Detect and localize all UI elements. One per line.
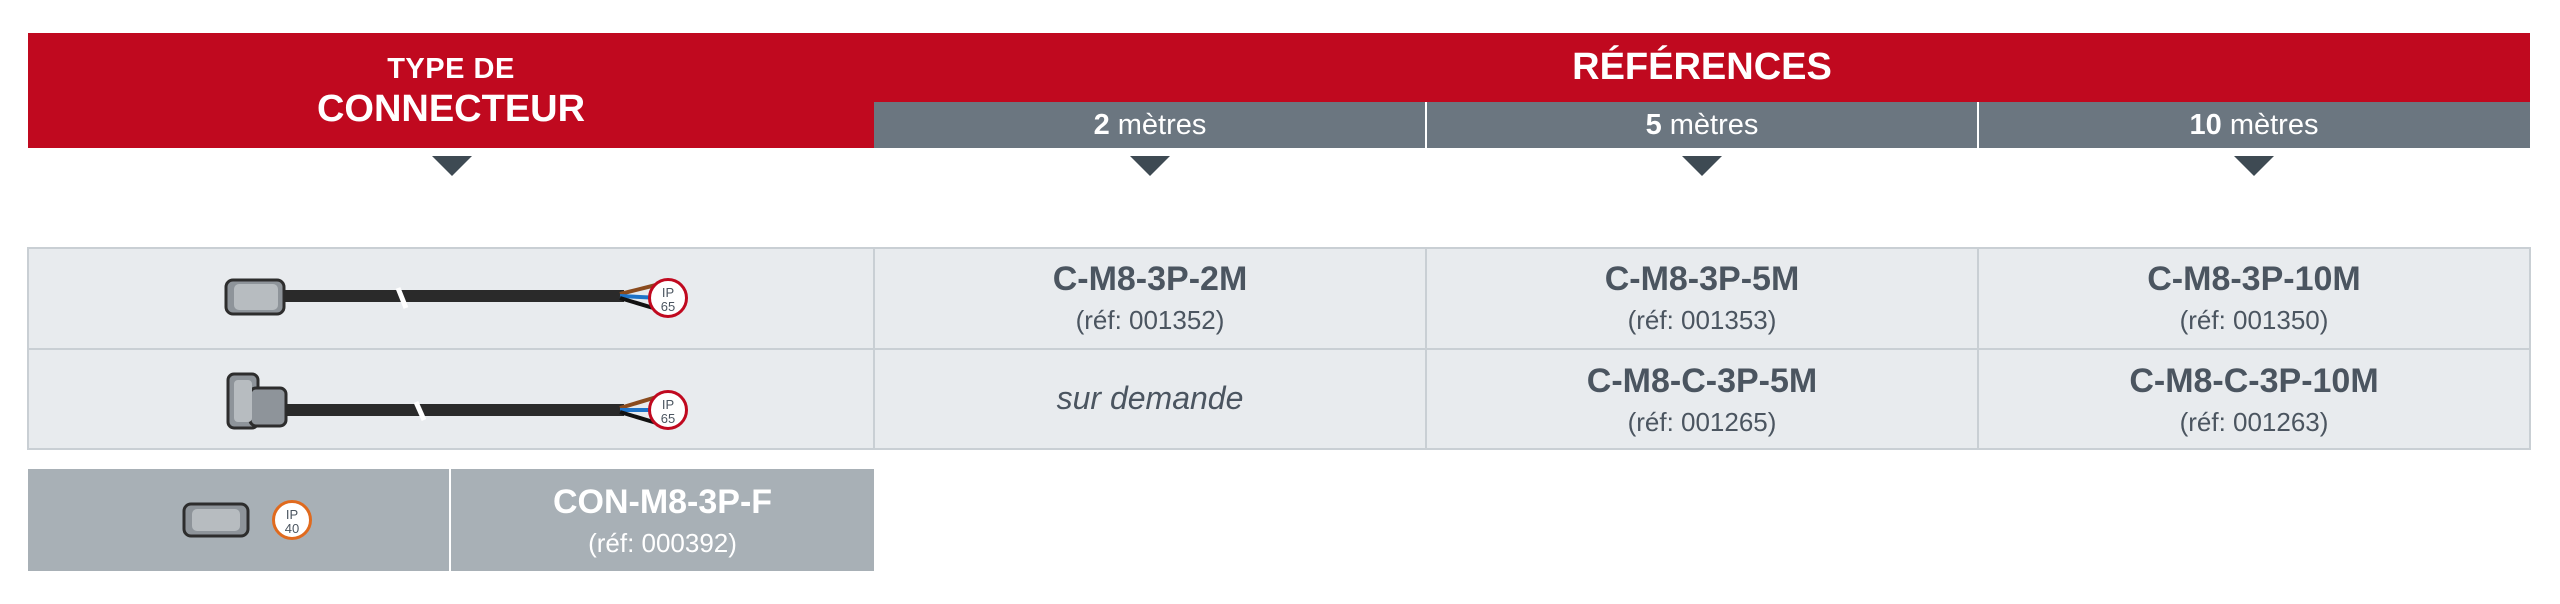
reference-cell: sur demande (874, 380, 1426, 417)
length-header-2m: 2 mètres (874, 102, 1426, 148)
female-connector-icon (182, 502, 250, 538)
ip-rating-value: 65 (660, 411, 676, 426)
length-unit: mètres (1109, 109, 1207, 141)
ip-rating-value: 40 (284, 521, 300, 536)
straight-connector-cable-icon (224, 278, 661, 316)
product-code: C-M8-C-3P-10M (2129, 362, 2379, 400)
angled-connector-cable-icon (226, 372, 661, 430)
reference-number: (réf: 001263) (2179, 407, 2329, 437)
length-number: 10 (2189, 109, 2222, 141)
arrow-down-icon (432, 156, 472, 176)
connector-type-header-line2: CONNECTEUR (316, 88, 586, 130)
product-code: C-M8-3P-10M (2147, 260, 2361, 298)
length-number: 2 (1093, 109, 1110, 141)
length-number: 5 (1645, 109, 1662, 141)
header-divider (1425, 102, 1427, 148)
reference-cell: C-M8-3P-10M (réf: 001350) (1978, 260, 2530, 336)
length-header-10m: 10 mètres (1978, 102, 2530, 148)
table-border-left (27, 247, 29, 450)
accessory-image (180, 500, 260, 540)
reference-number: (réf: 000392) (588, 528, 737, 558)
reference-cell: C-M8-3P-2M (réf: 001352) (874, 260, 1426, 336)
table-border-bottom (28, 448, 2530, 450)
connector-type-header-line1: TYPE DE (387, 53, 515, 85)
product-code: C-M8-3P-5M (1604, 260, 1800, 298)
ip-rating-top: IP (661, 397, 675, 412)
ip-rating-top: IP (285, 507, 299, 522)
length-unit: mètres (1661, 109, 1759, 141)
table-row (220, 370, 700, 432)
product-code: CON-M8-3P-F (552, 483, 773, 521)
reference-cell: C-M8-C-3P-5M (réf: 001265) (1426, 362, 1978, 438)
length-unit: mètres (2221, 109, 2319, 141)
arrow-down-icon (2234, 156, 2274, 176)
on-request-note: sur demande (1056, 380, 1244, 416)
length-header-5m: 5 mètres (1426, 102, 1978, 148)
reference-cell: C-M8-C-3P-10M (réf: 001263) (1978, 362, 2530, 438)
product-code: C-M8-C-3P-5M (1586, 362, 1818, 400)
ip-rating-value: 65 (660, 299, 676, 314)
table-border-top (28, 247, 2530, 249)
product-code: C-M8-3P-2M (1052, 260, 1248, 298)
header-divider (1977, 102, 1979, 148)
reference-number: (réf: 001265) (1627, 407, 1777, 437)
references-header: RÉFÉRENCES (874, 33, 2530, 102)
reference-number: (réf: 001353) (1627, 305, 1777, 335)
arrow-down-icon (1130, 156, 1170, 176)
table-row-divider (28, 348, 2530, 350)
ip-rating-badge: IP 65 (648, 278, 688, 318)
arrow-down-icon (1682, 156, 1722, 176)
reference-number: (réf: 001350) (2179, 305, 2329, 335)
connector-type-header: TYPE DE CONNECTEUR (28, 33, 874, 148)
reference-cell: C-M8-3P-5M (réf: 001353) (1426, 260, 1978, 336)
ip-rating-badge: IP 40 (272, 500, 312, 540)
ip-rating-top: IP (661, 285, 675, 300)
reference-number: (réf: 001352) (1075, 305, 1225, 335)
accessory-reference-cell: CON-M8-3P-F (réf: 000392) (451, 483, 874, 559)
table-row (220, 274, 700, 322)
ip-rating-badge: IP 65 (648, 390, 688, 430)
